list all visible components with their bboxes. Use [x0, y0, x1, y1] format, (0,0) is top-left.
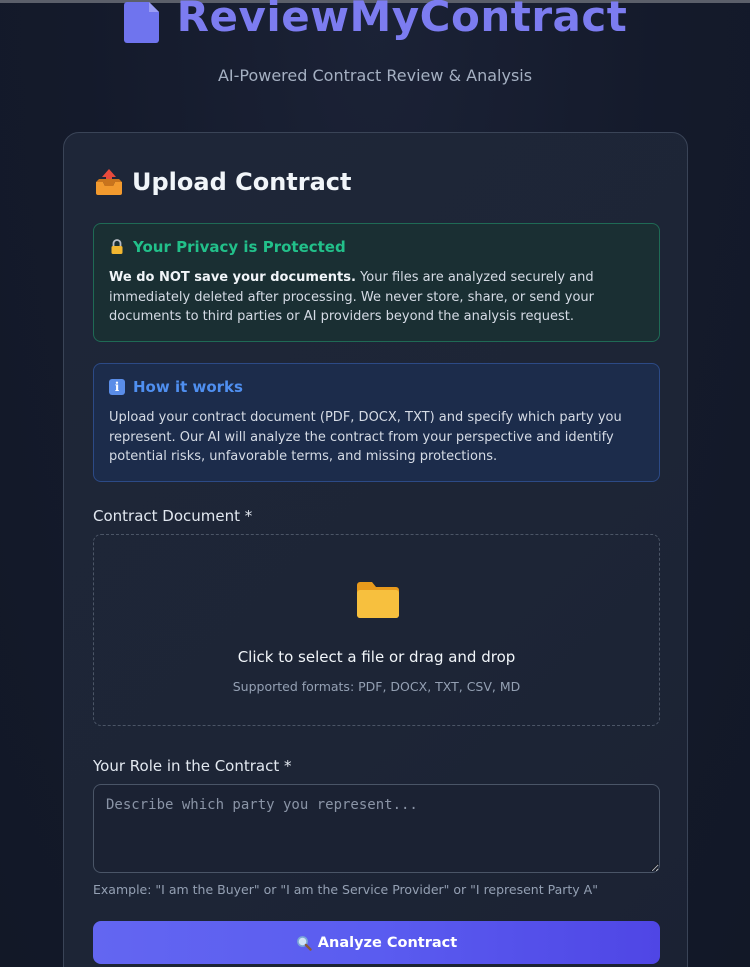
- role-label: Your Role in the Contract *: [93, 757, 292, 775]
- folder-icon: [357, 582, 399, 618]
- role-example-hint: Example: "I am the Buyer" or "I am the S…: [93, 882, 598, 897]
- how-body: Upload your contract document (PDF, DOCX…: [109, 410, 622, 464]
- document-icon: [123, 1, 159, 43]
- privacy-bold-lead: We do NOT save your documents.: [109, 270, 356, 285]
- supported-formats: Supported formats: PDF, DOCX, TXT, CSV, …: [232, 679, 521, 694]
- lock-icon: [111, 239, 123, 254]
- card-heading: Upload Contract: [94, 167, 352, 197]
- role-textarea[interactable]: [93, 784, 660, 873]
- info-icon: i: [109, 379, 125, 395]
- how-heading: i How it works: [109, 378, 644, 396]
- how-it-works-notice: i How it works Upload your contract docu…: [93, 363, 660, 482]
- analyze-button-label: Analyze Contract: [317, 934, 458, 951]
- analyze-contract-button[interactable]: Analyze Contract: [93, 921, 660, 964]
- how-heading-text: How it works: [133, 378, 243, 396]
- privacy-body: We do NOT save your documents. Your file…: [109, 268, 644, 327]
- document-label: Contract Document *: [93, 507, 253, 525]
- card-title: Upload Contract: [132, 168, 352, 196]
- outbox-tray-icon: [96, 169, 122, 195]
- brand: ReviewMyContract: [0, 0, 750, 43]
- file-dropzone[interactable]: Click to select a file or drag and drop …: [93, 534, 660, 726]
- dropzone-instruction: Click to select a file or drag and drop: [237, 648, 516, 666]
- privacy-notice: Your Privacy is Protected We do NOT save…: [93, 223, 660, 342]
- app-title: ReviewMyContract: [176, 0, 628, 41]
- app-subtitle: AI-Powered Contract Review & Analysis: [217, 66, 533, 85]
- privacy-heading-text: Your Privacy is Protected: [133, 238, 346, 256]
- search-icon: [296, 935, 312, 951]
- privacy-heading: Your Privacy is Protected: [109, 238, 644, 256]
- upload-card: Upload Contract Your Privacy is Protecte…: [63, 132, 688, 967]
